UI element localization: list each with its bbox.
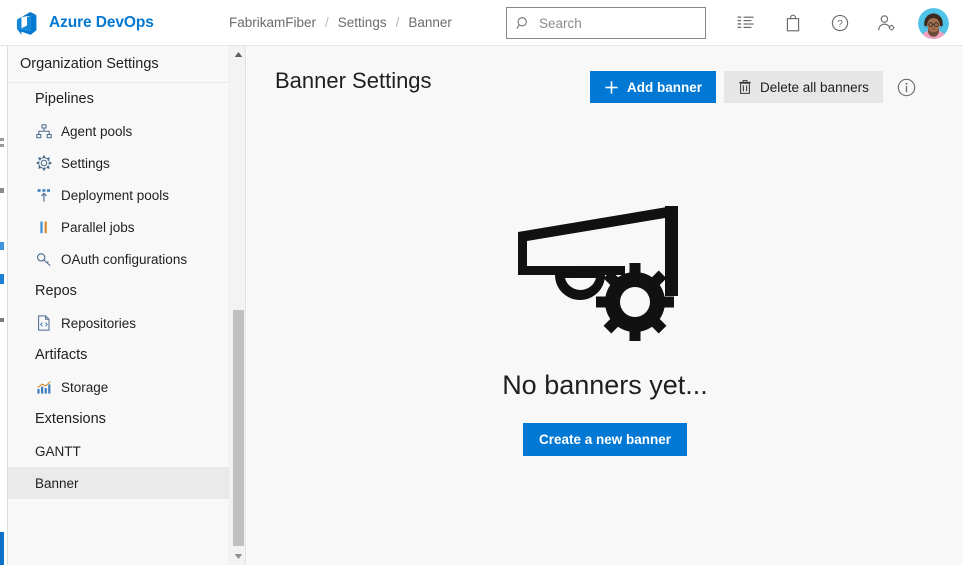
settings-sidebar: Organization Settings Pipelines Agent po…: [8, 46, 246, 565]
sidebar-item-deployment-pools[interactable]: Deployment pools: [8, 179, 245, 211]
agent-pools-icon: [35, 123, 52, 140]
nav-group-artifacts: Artifacts: [35, 347, 88, 363]
breadcrumb-item-banner[interactable]: Banner: [408, 15, 452, 30]
sidebar-item-label: GANTT: [35, 443, 81, 459]
breadcrumb-separator: /: [395, 15, 400, 30]
sidebar-item-label: Settings: [61, 155, 110, 171]
sidebar-item-label: Banner: [35, 475, 79, 491]
sidebar-nav-scroll-region: Pipelines Agent pools Settings Deploymen…: [8, 83, 245, 565]
rail-mark: [0, 532, 4, 565]
sidebar-scrollbar[interactable]: [229, 46, 245, 565]
search-input[interactable]: Search: [506, 7, 706, 39]
main-content: Banner Settings Add banner Delete all ba…: [247, 46, 963, 565]
left-rail: [0, 46, 8, 565]
breadcrumb: FabrikamFiber / Settings / Banner: [229, 15, 452, 30]
repositories-icon: [35, 315, 52, 332]
sidebar-item-label: OAuth configurations: [61, 251, 188, 267]
breadcrumb-separator: /: [325, 15, 329, 30]
breadcrumb-item-settings[interactable]: Settings: [338, 15, 387, 30]
sidebar-item-settings[interactable]: Settings: [8, 147, 245, 179]
nav-group-repos: Repos: [35, 283, 77, 299]
sidebar-item-label: Agent pools: [61, 123, 133, 139]
user-settings-icon[interactable]: [863, 0, 910, 46]
page-title: Banner Settings: [275, 68, 432, 93]
work-items-icon[interactable]: [722, 0, 769, 46]
empty-state-title: No banners yet...: [502, 370, 708, 400]
megaphone-gear-illustration: [513, 196, 698, 344]
scroll-down-arrow-icon[interactable]: [230, 548, 245, 565]
sidebar-item-label: Deployment pools: [61, 187, 170, 203]
deployment-pools-icon: [35, 187, 52, 204]
page-command-bar: Add banner Delete all banners: [590, 71, 921, 103]
brand-home-link[interactable]: Azure DevOps: [0, 0, 214, 46]
sidebar-item-agent-pools[interactable]: Agent pools: [8, 115, 245, 147]
delete-all-banners-label: Delete all banners: [760, 79, 869, 95]
sidebar-item-gantt[interactable]: GANTT: [8, 435, 245, 467]
svg-text:?: ?: [837, 19, 843, 30]
rail-mark: [0, 144, 4, 147]
rail-mark: [0, 274, 4, 284]
delete-all-banners-button[interactable]: Delete all banners: [724, 71, 883, 103]
storage-chart-icon: [35, 379, 52, 396]
search-placeholder-text: Search: [539, 15, 582, 31]
rail-mark: [0, 242, 4, 250]
top-bar-actions: ?: [722, 0, 956, 46]
parallel-jobs-icon: [35, 219, 52, 236]
add-banner-label: Add banner: [627, 79, 703, 95]
trash-icon: [738, 79, 752, 95]
top-navigation-bar: Azure DevOps FabrikamFiber / Settings / …: [0, 0, 963, 46]
oauth-key-icon: [35, 251, 52, 268]
brand-name: Azure DevOps: [49, 13, 154, 31]
sidebar-item-repositories[interactable]: Repositories: [8, 307, 245, 339]
nav-group-pipelines: Pipelines: [35, 91, 94, 107]
rail-mark: [0, 318, 4, 322]
rail-mark: [0, 188, 4, 193]
nav-group-extensions: Extensions: [35, 411, 106, 427]
page-header: Banner Settings Add banner Delete all ba…: [247, 46, 963, 118]
app-root: Azure DevOps FabrikamFiber / Settings / …: [0, 0, 963, 565]
gear-icon: [35, 155, 52, 172]
sidebar-item-oauth-configurations[interactable]: OAuth configurations: [8, 243, 245, 275]
sidebar-item-banner[interactable]: Banner: [8, 467, 245, 499]
scrollbar-thumb[interactable]: [233, 310, 244, 546]
sidebar-item-label: Storage: [61, 379, 109, 395]
user-avatar[interactable]: [910, 0, 956, 46]
breadcrumb-item-organization[interactable]: FabrikamFiber: [229, 15, 316, 30]
sidebar-item-parallel-jobs[interactable]: Parallel jobs: [8, 211, 245, 243]
plus-icon: [604, 80, 619, 95]
search-icon: [516, 16, 531, 31]
azure-devops-logo-icon: [14, 10, 40, 36]
sidebar-item-label: Repositories: [61, 315, 137, 331]
help-question-icon[interactable]: ?: [816, 0, 863, 46]
sidebar-item-storage[interactable]: Storage: [8, 371, 245, 403]
info-circle-icon[interactable]: [893, 73, 921, 101]
create-new-banner-button[interactable]: Create a new banner: [522, 423, 688, 456]
scroll-up-arrow-icon[interactable]: [230, 46, 245, 63]
sidebar-item-label: Parallel jobs: [61, 219, 135, 235]
rail-mark: [0, 138, 4, 141]
add-banner-button[interactable]: Add banner: [590, 71, 717, 103]
sidebar-title: Organization Settings: [8, 46, 245, 83]
empty-state: No banners yet... Create a new banner: [247, 196, 963, 456]
marketplace-bag-icon[interactable]: [769, 0, 816, 46]
